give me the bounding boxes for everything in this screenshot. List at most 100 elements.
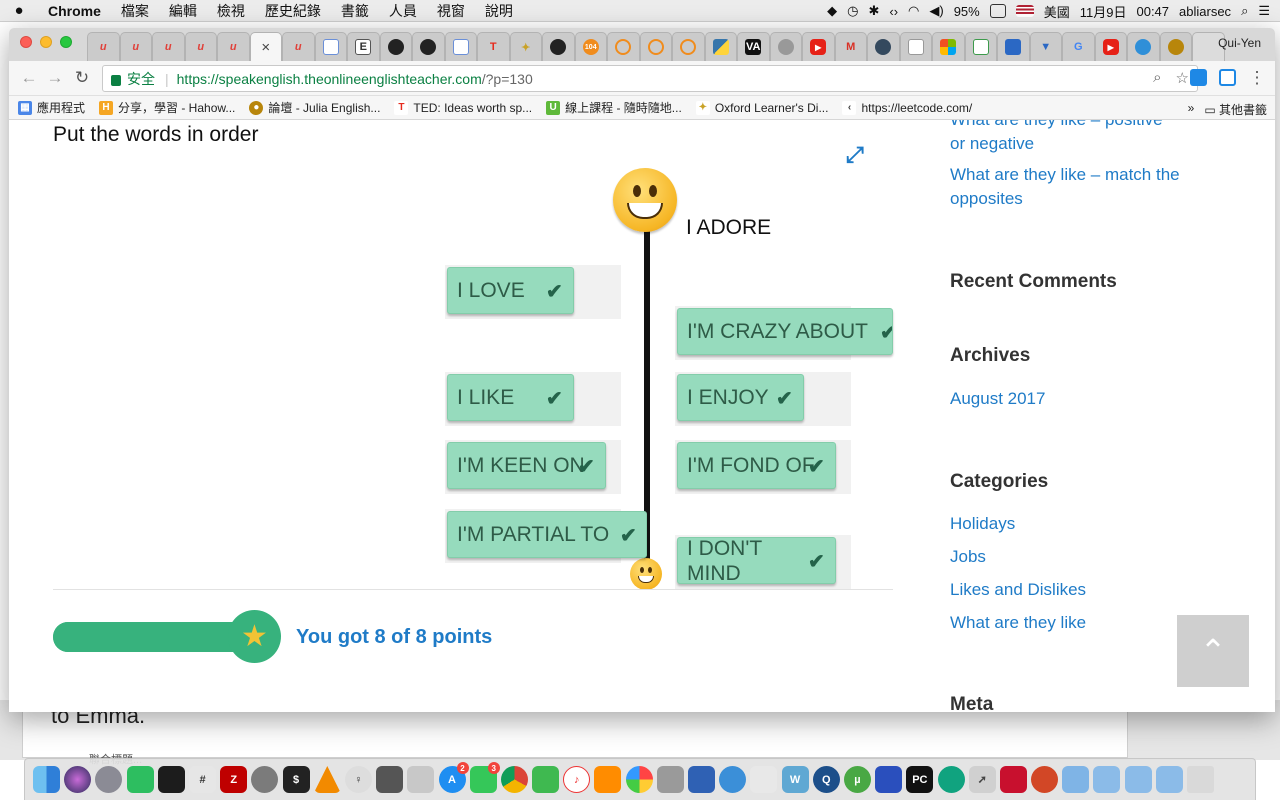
tab-udemy-6[interactable]: u — [282, 32, 315, 61]
applications-folder-icon[interactable] — [1062, 766, 1090, 793]
menu-edit[interactable]: 編輯 — [159, 1, 207, 21]
address-bar[interactable]: 安全 | https://speakenglish.theonlineengli… — [102, 65, 1198, 92]
bookmark-apps[interactable]: ▦ 應用程式 — [18, 99, 85, 116]
chatgpt-like-icon[interactable] — [937, 766, 965, 793]
extension-x-icon[interactable] — [1190, 69, 1207, 86]
card-im-keen-on[interactable]: I'M KEEN ON ✔ — [447, 442, 606, 489]
tab-udemy-1[interactable]: u — [87, 32, 120, 61]
menu-view[interactable]: 檢視 — [207, 1, 255, 21]
reload-icon[interactable]: ↻ — [72, 68, 92, 88]
us-flag-icon[interactable] — [1015, 5, 1034, 17]
sidebar-link-positive-negative[interactable]: What are they like – positive or negativ… — [950, 120, 1180, 156]
card-im-fond-of[interactable]: I'M FOND OF ✔ — [677, 442, 836, 489]
archive-link-august-2017[interactable]: August 2017 — [950, 387, 1045, 411]
volume-icon[interactable]: ◀) — [929, 3, 943, 19]
tab-youtube-2[interactable]: ▶ — [1094, 32, 1127, 61]
card-i-like[interactable]: I LIKE ✔ — [447, 374, 574, 421]
clock-time[interactable]: 00:47 — [1136, 4, 1169, 19]
tab-doc-1[interactable] — [314, 32, 347, 61]
preview-icon[interactable] — [750, 766, 778, 793]
tab-edge[interactable] — [1127, 32, 1160, 61]
menu-file[interactable]: 檔案 — [111, 1, 159, 21]
zoom-window-button[interactable] — [60, 36, 72, 48]
menu-people[interactable]: 人員 — [379, 1, 427, 21]
virtualbox-icon[interactable] — [688, 766, 716, 793]
bookmark-hahow[interactable]: H 分享，學習 - Hahow... — [99, 99, 235, 116]
launchpad-icon[interactable] — [95, 766, 123, 793]
app-store-icon[interactable]: A2 — [438, 762, 469, 793]
wifi-icon[interactable]: ◠ — [908, 3, 919, 19]
minimize-window-button[interactable] — [40, 36, 52, 48]
utorrent-icon[interactable]: µ — [843, 766, 871, 793]
tab-gmail[interactable]: M — [834, 32, 867, 61]
battery-percent[interactable]: 95% — [954, 4, 980, 19]
tab-oxford[interactable]: ✦ — [509, 32, 542, 61]
tab-github-3[interactable] — [542, 32, 575, 61]
terminal-icon[interactable]: $ — [282, 766, 310, 793]
tab-google[interactable]: G — [1062, 32, 1095, 61]
battery-icon[interactable] — [989, 4, 1006, 18]
desktop-folder-icon[interactable] — [1155, 766, 1183, 793]
bookmark-oxford[interactable]: ✦ Oxford Learner's Di... — [695, 100, 828, 115]
chrome-icon[interactable] — [500, 766, 528, 793]
card-i-enjoy[interactable]: I ENJOY ✔ — [677, 374, 804, 421]
documents-folder-icon[interactable] — [1093, 766, 1121, 793]
tab-sheets[interactable] — [964, 32, 997, 61]
finder-icon[interactable] — [33, 766, 61, 793]
tab-e-site[interactable]: E — [347, 32, 380, 61]
bookmark-leetcode[interactable]: ‹ https://leetcode.com/ — [842, 100, 972, 115]
rocket-icon[interactable]: ➚ — [968, 766, 996, 793]
apple-menu-icon[interactable]: ● — [0, 2, 38, 19]
tab-youtube-1[interactable]: ▶ — [802, 32, 835, 61]
spotlight-search-icon[interactable]: ⌕ — [1241, 3, 1248, 19]
tab-udemy-4[interactable]: u — [184, 32, 217, 61]
powerpoint-icon[interactable] — [1031, 766, 1059, 793]
profile-name[interactable]: Qui-Yen — [1218, 36, 1261, 50]
gender-app-icon[interactable]: ♀ — [344, 766, 372, 793]
activity-monitor-icon[interactable] — [157, 766, 185, 793]
input-source-label[interactable]: 美國 — [1044, 2, 1070, 21]
w-app-icon[interactable]: W — [781, 766, 809, 793]
close-window-button[interactable] — [20, 36, 32, 48]
tab-blue-circle[interactable] — [867, 32, 900, 61]
scroll-to-top-button[interactable]: ⌃ — [1177, 615, 1249, 687]
card-im-partial-to[interactable]: I'M PARTIAL TO ✔ — [447, 511, 647, 558]
tab-orange-2[interactable] — [639, 32, 672, 61]
photos-icon[interactable] — [625, 766, 653, 793]
headphones-app-icon[interactable] — [875, 766, 903, 793]
menu-history[interactable]: 歷史紀錄 — [255, 1, 331, 21]
system-preferences-icon[interactable] — [251, 766, 279, 793]
category-link-holidays[interactable]: Holidays — [950, 512, 1015, 536]
menu-window[interactable]: 視窗 — [427, 1, 475, 21]
itunes-icon[interactable]: ♪ — [563, 766, 591, 793]
clock-date[interactable]: 11月9日 — [1080, 2, 1127, 21]
bookmark-ted[interactable]: T TED: Ideas worth sp... — [394, 100, 532, 115]
dropbox-icon[interactable]: ◆ — [827, 3, 837, 19]
tab-udemy-3[interactable]: u — [152, 32, 185, 61]
tab-blue-app[interactable] — [997, 32, 1030, 61]
siri-icon[interactable] — [64, 766, 92, 793]
tab-doc-3[interactable] — [899, 32, 932, 61]
extension-o-icon[interactable] — [1219, 69, 1236, 86]
time-machine-icon[interactable]: ◷ — [847, 3, 858, 19]
chrome-menu-icon[interactable]: ⋮ — [1247, 68, 1267, 88]
camera-icon[interactable] — [376, 766, 404, 793]
tab-doc-2[interactable] — [444, 32, 477, 61]
tab-udemy-2[interactable]: u — [119, 32, 152, 61]
tab-github-1[interactable] — [379, 32, 412, 61]
menu-chrome[interactable]: Chrome — [38, 3, 111, 19]
fullscreen-expand-icon[interactable]: ⤢ — [846, 142, 874, 170]
tab-orange-1[interactable] — [607, 32, 640, 61]
pencil-app-icon[interactable] — [407, 766, 435, 793]
menu-help[interactable]: 說明 — [475, 1, 523, 21]
card-i-dont-mind[interactable]: I DON'T MIND ✔ — [677, 537, 836, 585]
tab-python[interactable] — [704, 32, 737, 61]
tab-filter[interactable]: ▼ — [1029, 32, 1062, 61]
vlc-icon[interactable] — [313, 766, 341, 793]
script-editor-icon[interactable]: # — [189, 766, 217, 793]
tab-va[interactable]: VA — [737, 32, 770, 61]
zoom-icon[interactable]: ⌕ — [1153, 69, 1161, 87]
card-i-love[interactable]: I LOVE ✔ — [447, 267, 574, 314]
sourcetree-icon[interactable] — [532, 766, 560, 793]
database-icon[interactable] — [656, 766, 684, 793]
